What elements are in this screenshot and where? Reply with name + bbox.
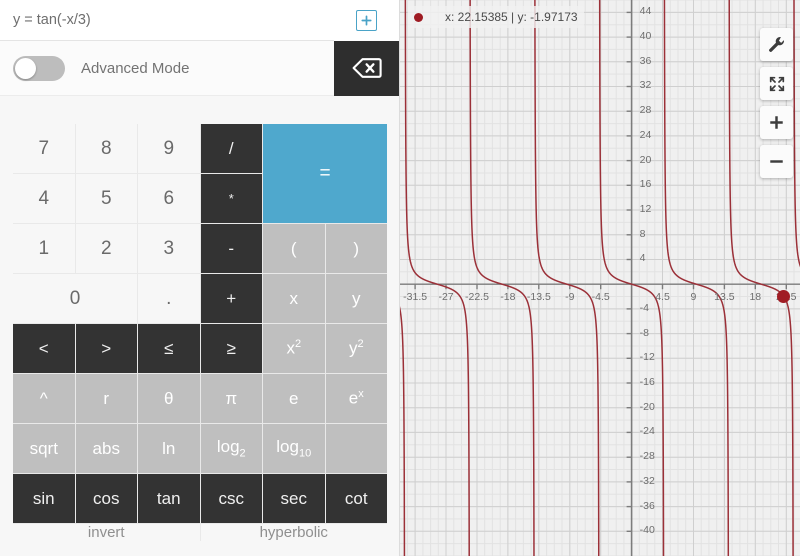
key-x[interactable]: x: [263, 274, 325, 323]
key-cos[interactable]: cos: [75, 474, 137, 523]
key-4[interactable]: 4: [13, 174, 75, 223]
key-abs[interactable]: abs: [75, 424, 137, 473]
calculator-graph-app: Advanced Mode 789/=456*123-()0.+xy<>≤≥x2…: [0, 0, 800, 556]
calculator-keypad: 7 8 9/= 4 5 6 * 1 2 3-() 0. + x y < > ≤ ≥ x2 y2 ^ r θ π e ex sqrt a…: [13, 124, 387, 541]
key-minus[interactable]: -: [200, 224, 262, 273]
key-y2[interactable]: y2: [325, 324, 387, 373]
key-lparen[interactable]: (: [263, 224, 325, 273]
toggle-knob: [15, 57, 36, 79]
key-csc[interactable]: csc: [200, 474, 262, 523]
calculator-panel: Advanced Mode 789/= 456* 123-() 0.+xy <>≤≥x2…: [0, 0, 400, 556]
key-9[interactable]: 9: [138, 124, 200, 173]
key-gte[interactable]: ≥: [200, 324, 262, 373]
wrench-icon[interactable]: [760, 28, 793, 61]
y-axis-tick-label: 4: [639, 252, 646, 265]
key-pi[interactable]: π: [200, 374, 262, 423]
key-e[interactable]: e: [263, 374, 325, 423]
key-invert[interactable]: invert: [13, 524, 200, 541]
advanced-mode-row: Advanced Mode: [0, 40, 399, 96]
y-axis-tick-label: -28: [639, 450, 655, 463]
y-axis-tick-label: 16: [639, 178, 652, 191]
key-y[interactable]: y: [325, 274, 387, 323]
key-theta[interactable]: θ: [138, 374, 200, 423]
key-5[interactable]: 5: [75, 174, 137, 223]
advanced-mode-label: Advanced Mode: [81, 59, 190, 77]
backspace-button[interactable]: [334, 40, 399, 96]
key-plus[interactable]: +: [200, 274, 262, 323]
key-dot[interactable]: .: [138, 274, 200, 323]
y-axis-tick-label: -36: [639, 499, 655, 512]
key-sqrt[interactable]: sqrt: [13, 424, 75, 473]
zoom-out-icon[interactable]: [760, 145, 793, 178]
y-axis-tick-label: -8: [639, 326, 649, 339]
key-0[interactable]: 0: [13, 274, 137, 323]
key-x2[interactable]: x2: [263, 324, 325, 373]
graph-toolbar: [760, 28, 793, 178]
key-caret[interactable]: ^: [13, 374, 75, 423]
key-1[interactable]: 1: [13, 224, 75, 273]
y-axis-tick-label: -24: [639, 425, 655, 438]
key-lte[interactable]: ≤: [138, 324, 200, 373]
y-axis-tick-label: 12: [639, 203, 652, 216]
key-log2[interactable]: log2: [200, 424, 262, 473]
key-cot[interactable]: cot: [325, 474, 387, 523]
y-axis-tick-label: -40: [639, 524, 655, 537]
y-axis-tick-label: -12: [639, 351, 655, 364]
graph-curve-layer: [400, 0, 800, 556]
y-axis-tick-label: 32: [639, 79, 652, 92]
key-2[interactable]: 2: [75, 224, 137, 273]
y-axis-tick-label: 44: [639, 5, 652, 18]
key-sin[interactable]: sin: [13, 474, 75, 523]
y-axis-tick-label: 28: [639, 104, 652, 117]
key-multiply[interactable]: *: [200, 174, 262, 223]
y-axis-tick-label: -16: [639, 376, 655, 389]
formula-row: [0, 0, 399, 41]
key-ln[interactable]: ln: [138, 424, 200, 473]
y-axis-tick-label: 20: [639, 153, 652, 166]
key-lt[interactable]: <: [13, 324, 75, 373]
key-7[interactable]: 7: [13, 124, 75, 173]
y-axis-tick-label: 8: [639, 227, 646, 240]
x-axis-tick-label: -4.5: [591, 291, 610, 304]
key-r[interactable]: r: [75, 374, 137, 423]
y-axis-tick-label: -20: [639, 400, 655, 413]
formula-input[interactable]: [0, 0, 334, 40]
key-8[interactable]: 8: [75, 124, 137, 173]
y-axis-tick-label: -32: [639, 474, 655, 487]
fullscreen-icon[interactable]: [760, 67, 793, 100]
zoom-in-icon[interactable]: [760, 106, 793, 139]
y-axis-tick-label: 40: [639, 30, 652, 43]
add-equation-cell: [334, 0, 399, 41]
key-rparen[interactable]: ): [325, 224, 387, 273]
readout-marker-icon: [414, 12, 423, 22]
advanced-mode-toggle[interactable]: [13, 55, 65, 81]
coordinate-readout: x: 22.15385 | y: -1.97173: [408, 6, 584, 28]
graph-panel[interactable]: x: 22.15385 | y: -1.97173 44 40 36 32 28…: [400, 0, 800, 556]
y-axis-tick-label: 36: [639, 54, 652, 67]
key-divide[interactable]: /: [200, 124, 262, 173]
key-gt[interactable]: >: [75, 324, 137, 373]
key-log10[interactable]: log10: [263, 424, 325, 473]
key-blank: [325, 424, 387, 473]
y-axis-tick-label: 24: [639, 128, 652, 141]
plus-square-icon[interactable]: [356, 9, 377, 31]
key-ex[interactable]: ex: [325, 374, 387, 423]
backspace-icon: [352, 58, 382, 78]
key-hyperbolic[interactable]: hyperbolic: [200, 524, 387, 541]
readout-text: x: 22.15385 | y: -1.97173: [445, 10, 578, 24]
key-equals[interactable]: =: [263, 124, 387, 223]
key-sec[interactable]: sec: [263, 474, 325, 523]
key-6[interactable]: 6: [138, 174, 200, 223]
key-3[interactable]: 3: [138, 224, 200, 273]
y-axis-tick-label: -4: [639, 301, 649, 314]
key-tan[interactable]: tan: [138, 474, 200, 523]
